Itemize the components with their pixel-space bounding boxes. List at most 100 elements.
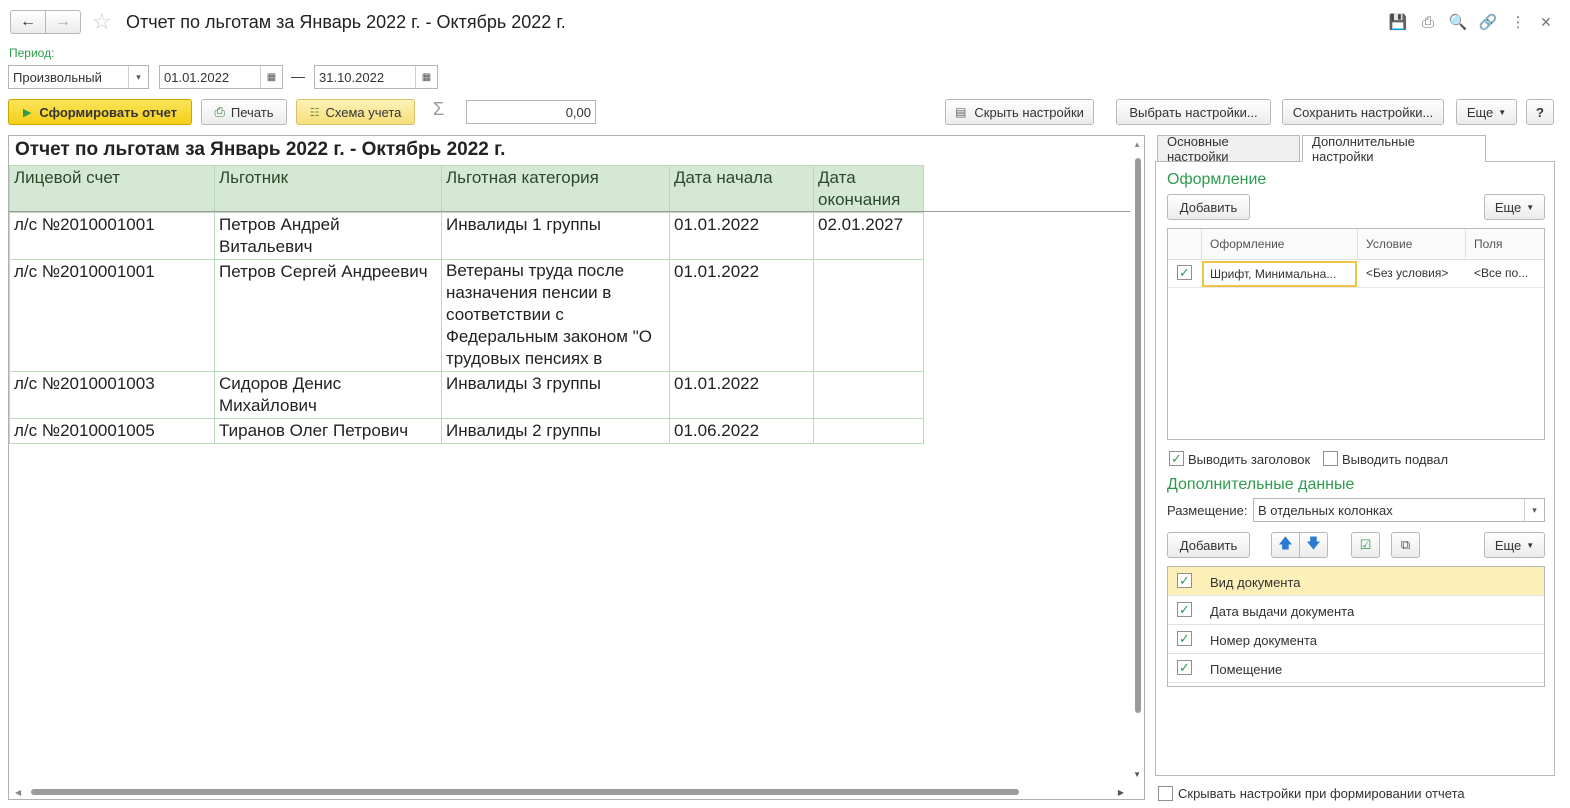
move-up-button[interactable]: 🡅 bbox=[1271, 532, 1300, 558]
date-to-field[interactable]: 31.10.2022 ▦ bbox=[314, 65, 438, 89]
list-item[interactable]: ✓ Вид документа bbox=[1168, 567, 1544, 596]
copy-button[interactable]: ⧉ bbox=[1391, 532, 1420, 558]
help-button[interactable]: ? bbox=[1526, 99, 1554, 125]
table-cell: 01.01.2022 bbox=[669, 371, 814, 419]
table-cell: Петров Андрей Витальевич bbox=[214, 212, 442, 260]
choose-settings-button[interactable]: Выбрать настройки... bbox=[1116, 99, 1271, 125]
table-cell: Инвалиды 2 группы bbox=[441, 418, 670, 444]
scroll-up-icon[interactable]: ▲ bbox=[1133, 140, 1141, 149]
date-from-value: 01.01.2022 bbox=[164, 69, 230, 85]
calendar-icon[interactable]: ▦ bbox=[260, 66, 282, 88]
table-cell: 01.01.2022 bbox=[669, 212, 814, 260]
more-button[interactable]: Еще ▼ bbox=[1456, 99, 1517, 125]
column-header: Льготник bbox=[214, 165, 442, 213]
design-grid[interactable]: Оформление Условие Поля ✓ Шрифт, Минимал… bbox=[1167, 228, 1545, 440]
star-icon[interactable]: ☆ bbox=[92, 9, 112, 35]
period-label: Период: bbox=[9, 46, 55, 60]
scheme-icon: ☷ bbox=[309, 106, 320, 119]
check-all-button[interactable]: ☑ bbox=[1351, 532, 1380, 558]
period-type-select[interactable]: Произвольный ▾ bbox=[8, 65, 149, 89]
design-condition-cell: <Без условия> bbox=[1366, 266, 1449, 280]
check-icon[interactable]: ✓ bbox=[1177, 573, 1192, 588]
back-button[interactable]: ← bbox=[10, 10, 46, 34]
design-fields-cell: <Все по... bbox=[1474, 266, 1529, 280]
table-cell: л/с №2010001003 bbox=[9, 371, 215, 419]
tab-additional-settings[interactable]: Дополнительные настройки bbox=[1302, 134, 1486, 164]
generate-report-label: Сформировать отчет bbox=[39, 104, 178, 120]
design-row[interactable]: ✓ Шрифт, Минимальна... <Без условия> <Вс… bbox=[1168, 260, 1544, 288]
report-title: Отчет по льготам за Январь 2022 г. - Окт… bbox=[15, 139, 506, 160]
placement-select[interactable]: В отдельных колонках ▾ bbox=[1253, 498, 1545, 522]
list-item[interactable]: ✓ Номер документа bbox=[1168, 625, 1544, 654]
hide-settings-button[interactable]: ▤ Скрыть настройки bbox=[945, 99, 1094, 125]
check-icon[interactable]: ✓ bbox=[1177, 631, 1192, 646]
generate-report-button[interactable]: ▶ Сформировать отчет bbox=[8, 99, 192, 125]
table-cell: л/с №2010001005 bbox=[9, 418, 215, 444]
list-item-label: Вид документа bbox=[1210, 575, 1301, 590]
report-area[interactable]: Отчет по льготам за Январь 2022 г. - Окт… bbox=[8, 135, 1145, 800]
column-header: Дата окончания bbox=[813, 165, 924, 213]
more-vert-icon[interactable]: ⋮ bbox=[1508, 12, 1528, 32]
save-settings-button[interactable]: Сохранить настройки... bbox=[1282, 99, 1444, 125]
print-icon[interactable]: ⎙ bbox=[1418, 12, 1438, 32]
placement-value: В отдельных колонках bbox=[1258, 502, 1393, 518]
close-icon[interactable]: ✕ bbox=[1536, 12, 1556, 32]
print-label: Печать bbox=[230, 104, 274, 120]
scheme-button[interactable]: ☷ Схема учета bbox=[296, 99, 415, 125]
chevron-down-icon: ▼ bbox=[1498, 107, 1507, 117]
table-row: л/с №2010001001 Петров Сергей Андреевич … bbox=[9, 259, 924, 372]
scroll-down-icon[interactable]: ▼ bbox=[1133, 770, 1141, 779]
check-icon[interactable]: ✓ bbox=[1177, 602, 1192, 617]
forward-button[interactable]: → bbox=[45, 10, 81, 34]
list-item-label: Помещение bbox=[1210, 662, 1283, 677]
table-cell: л/с №2010001001 bbox=[9, 212, 215, 260]
link-icon[interactable]: 🔗 bbox=[1478, 12, 1498, 32]
chevron-down-icon[interactable]: ▾ bbox=[128, 66, 148, 88]
column-header: Оформление bbox=[1210, 237, 1285, 251]
show-header-checkbox[interactable]: ✓ bbox=[1169, 451, 1184, 466]
table-cell: Инвалиды 3 группы bbox=[441, 371, 670, 419]
list-item[interactable]: ✓ Дата выдачи документа bbox=[1168, 596, 1544, 625]
check-icon[interactable]: ✓ bbox=[1177, 660, 1192, 675]
vertical-scrollbar[interactable] bbox=[1135, 158, 1141, 713]
save-icon[interactable]: 💾 bbox=[1388, 12, 1408, 32]
more-label: Еще bbox=[1466, 104, 1494, 120]
show-footer-checkbox[interactable] bbox=[1323, 451, 1338, 466]
window-title: Отчет по льготам за Январь 2022 г. - Окт… bbox=[126, 12, 566, 32]
extra-data-header: Дополнительные данные bbox=[1167, 476, 1355, 493]
design-header: Оформление bbox=[1167, 171, 1267, 188]
tab-main-settings[interactable]: Основные настройки bbox=[1157, 134, 1300, 164]
date-from-field[interactable]: 01.01.2022 ▦ bbox=[159, 65, 283, 89]
chevron-down-icon[interactable]: ▾ bbox=[1524, 499, 1544, 521]
chevron-down-icon: ▼ bbox=[1526, 540, 1535, 550]
table-cell bbox=[813, 371, 924, 419]
list-item[interactable]: ✓ Помещение bbox=[1168, 654, 1544, 683]
check-icon[interactable]: ✓ bbox=[1177, 265, 1192, 280]
design-more-button[interactable]: Еще ▼ bbox=[1484, 194, 1545, 220]
scroll-left-icon[interactable]: ◀ bbox=[15, 788, 21, 797]
scroll-right-icon[interactable]: ▶ bbox=[1118, 788, 1124, 797]
table-cell: 02.01.2027 bbox=[813, 212, 924, 260]
horizontal-scrollbar[interactable] bbox=[31, 789, 1019, 795]
preview-icon[interactable]: 🔍 bbox=[1448, 12, 1468, 32]
date-to-value: 31.10.2022 bbox=[319, 69, 385, 85]
table-cell: Ветераны труда после назначения пенсии в… bbox=[441, 259, 670, 372]
table-cell-text: Ветераны труда после назначения пенсии в… bbox=[446, 261, 652, 368]
calendar-icon[interactable]: ▦ bbox=[415, 66, 437, 88]
print-button[interactable]: ⎙ Печать bbox=[201, 99, 287, 125]
design-format-cell[interactable]: Шрифт, Минимальна... bbox=[1202, 261, 1357, 287]
period-type-value: Произвольный bbox=[13, 69, 102, 85]
hide-settings-label: Скрыть настройки bbox=[974, 104, 1084, 120]
move-down-button[interactable]: 🡇 bbox=[1299, 532, 1328, 558]
extra-more-button[interactable]: Еще ▼ bbox=[1484, 532, 1545, 558]
list-item-label: Номер документа bbox=[1210, 633, 1318, 648]
table-cell: 01.01.2022 bbox=[669, 259, 814, 372]
play-icon: ▶ bbox=[22, 106, 32, 119]
column-header: Условие bbox=[1366, 237, 1413, 251]
table-cell: Тиранов Олег Петрович bbox=[214, 418, 442, 444]
hide-on-generate-checkbox[interactable] bbox=[1158, 786, 1173, 801]
design-add-button[interactable]: Добавить bbox=[1167, 194, 1250, 220]
sum-field: 0,00 bbox=[466, 100, 596, 124]
extra-add-button[interactable]: Добавить bbox=[1167, 532, 1250, 558]
extra-data-list[interactable]: ✓ Вид документа ✓ Дата выдачи документа … bbox=[1167, 566, 1545, 687]
